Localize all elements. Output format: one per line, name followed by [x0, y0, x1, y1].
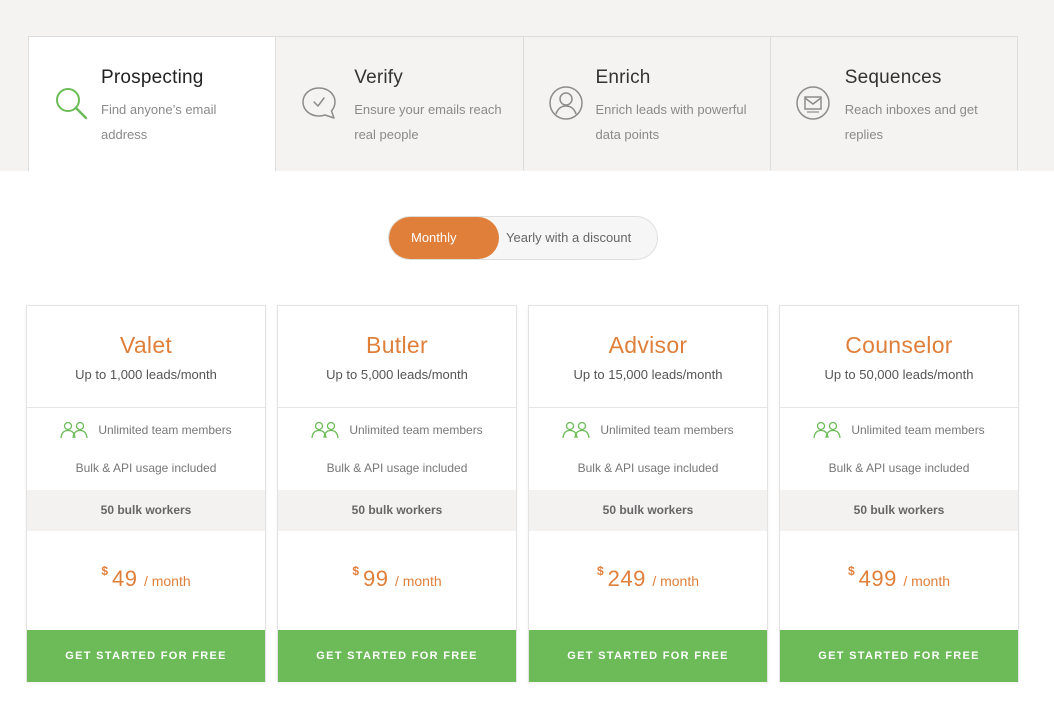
plan-card-valet: Valet Up to 1,000 leads/month Unlimited … [26, 305, 266, 682]
plan-price: $499 / month [780, 564, 1018, 592]
plan-team-text: Unlimited team members [98, 423, 232, 437]
price-amount: 99 [363, 566, 389, 591]
plan-bulk-usage: Bulk & API usage included [75, 461, 217, 475]
tab-title: Enrich [595, 67, 651, 88]
plan-bulk-usage: Bulk & API usage included [326, 461, 468, 475]
plan-name: Advisor [608, 332, 688, 358]
tab-enrich[interactable]: Enrich Enrich leads with powerful data p… [523, 36, 771, 170]
plan-card-butler: Butler Up to 5,000 leads/month Unlimited… [277, 305, 517, 682]
price-currency: $ [596, 564, 604, 578]
billing-yearly-option[interactable]: Yearly with a discount [506, 217, 631, 259]
plan-name: Counselor [845, 332, 953, 358]
plan-divider [529, 407, 767, 408]
plan-price: $249 / month [529, 564, 767, 592]
tab-description: Reach inboxes and get replies [844, 102, 978, 142]
get-started-button[interactable]: GET STARTED FOR FREE [278, 630, 516, 682]
plan-workers: 50 bulk workers [27, 490, 265, 531]
tab-title: Sequences [844, 67, 942, 88]
tab-description: Find anyone’s email address [101, 102, 217, 142]
tab-title: Verify [354, 67, 403, 88]
plan-team-text: Unlimited team members [349, 423, 483, 437]
tab-prospecting[interactable]: Prospecting Find anyone’s email address [28, 36, 277, 171]
plan-team-row: Unlimited team members [278, 418, 516, 442]
tab-verify[interactable]: Verify Ensure your emails reach real peo… [276, 36, 524, 170]
pricing-plans: Valet Up to 1,000 leads/month Unlimited … [26, 305, 1020, 683]
plan-card-advisor: Advisor Up to 15,000 leads/month Unlimit… [528, 305, 768, 682]
team-members-icon [311, 421, 339, 439]
price-period: / month [143, 573, 191, 589]
plan-leads: Up to 50,000 leads/month [824, 367, 974, 382]
price-amount: 499 [858, 566, 897, 591]
team-members-icon [813, 421, 841, 439]
plan-team-row: Unlimited team members [780, 418, 1018, 442]
billing-toggle: Monthly Yearly with a discount [388, 216, 658, 260]
price-period: / month [903, 573, 951, 589]
envelope-icon [796, 86, 830, 120]
get-started-button[interactable]: GET STARTED FOR FREE [27, 630, 265, 682]
plan-price: $99 / month [278, 564, 516, 592]
billing-monthly-option[interactable]: Monthly [389, 217, 499, 259]
price-period: / month [394, 573, 442, 589]
search-icon [56, 88, 88, 120]
get-started-button[interactable]: GET STARTED FOR FREE [780, 630, 1018, 682]
tab-description: Enrich leads with powerful data points [595, 102, 747, 142]
plan-workers: 50 bulk workers [529, 490, 767, 531]
plan-leads: Up to 15,000 leads/month [573, 367, 723, 382]
plan-card-counselor: Counselor Up to 50,000 leads/month Unlim… [779, 305, 1019, 682]
plan-workers: 50 bulk workers [278, 490, 516, 531]
price-amount: 49 [112, 566, 138, 591]
plan-divider [27, 407, 265, 408]
plan-bulk-usage: Bulk & API usage included [828, 461, 970, 475]
plan-team-row: Unlimited team members [529, 418, 767, 442]
price-currency: $ [352, 564, 360, 578]
plan-team-text: Unlimited team members [851, 423, 985, 437]
plan-workers: 50 bulk workers [780, 490, 1018, 531]
price-currency: $ [101, 564, 109, 578]
team-members-icon [60, 421, 88, 439]
plan-bulk-usage: Bulk & API usage included [577, 461, 719, 475]
plan-team-row: Unlimited team members [27, 418, 265, 442]
checkmark-bubble-icon [302, 87, 336, 119]
price-currency: $ [847, 564, 855, 578]
price-amount: 249 [607, 566, 646, 591]
tab-description: Ensure your emails reach real people [354, 102, 502, 142]
plan-leads: Up to 5,000 leads/month [326, 367, 468, 382]
plan-leads: Up to 1,000 leads/month [75, 367, 217, 382]
tab-title: Prospecting [101, 67, 204, 88]
price-period: / month [652, 573, 700, 589]
plan-team-text: Unlimited team members [600, 423, 734, 437]
plan-divider [780, 407, 1018, 408]
tab-sequences[interactable]: Sequences Reach inboxes and get replies [770, 36, 1018, 170]
user-profile-icon [548, 86, 583, 120]
plan-divider [278, 407, 516, 408]
feature-tabs: Prospecting Find anyone’s email address … [28, 36, 1018, 171]
plan-name: Valet [119, 332, 173, 358]
get-started-button[interactable]: GET STARTED FOR FREE [529, 630, 767, 682]
team-members-icon [562, 421, 590, 439]
plan-name: Butler [366, 332, 428, 358]
plan-price: $49 / month [27, 564, 265, 592]
